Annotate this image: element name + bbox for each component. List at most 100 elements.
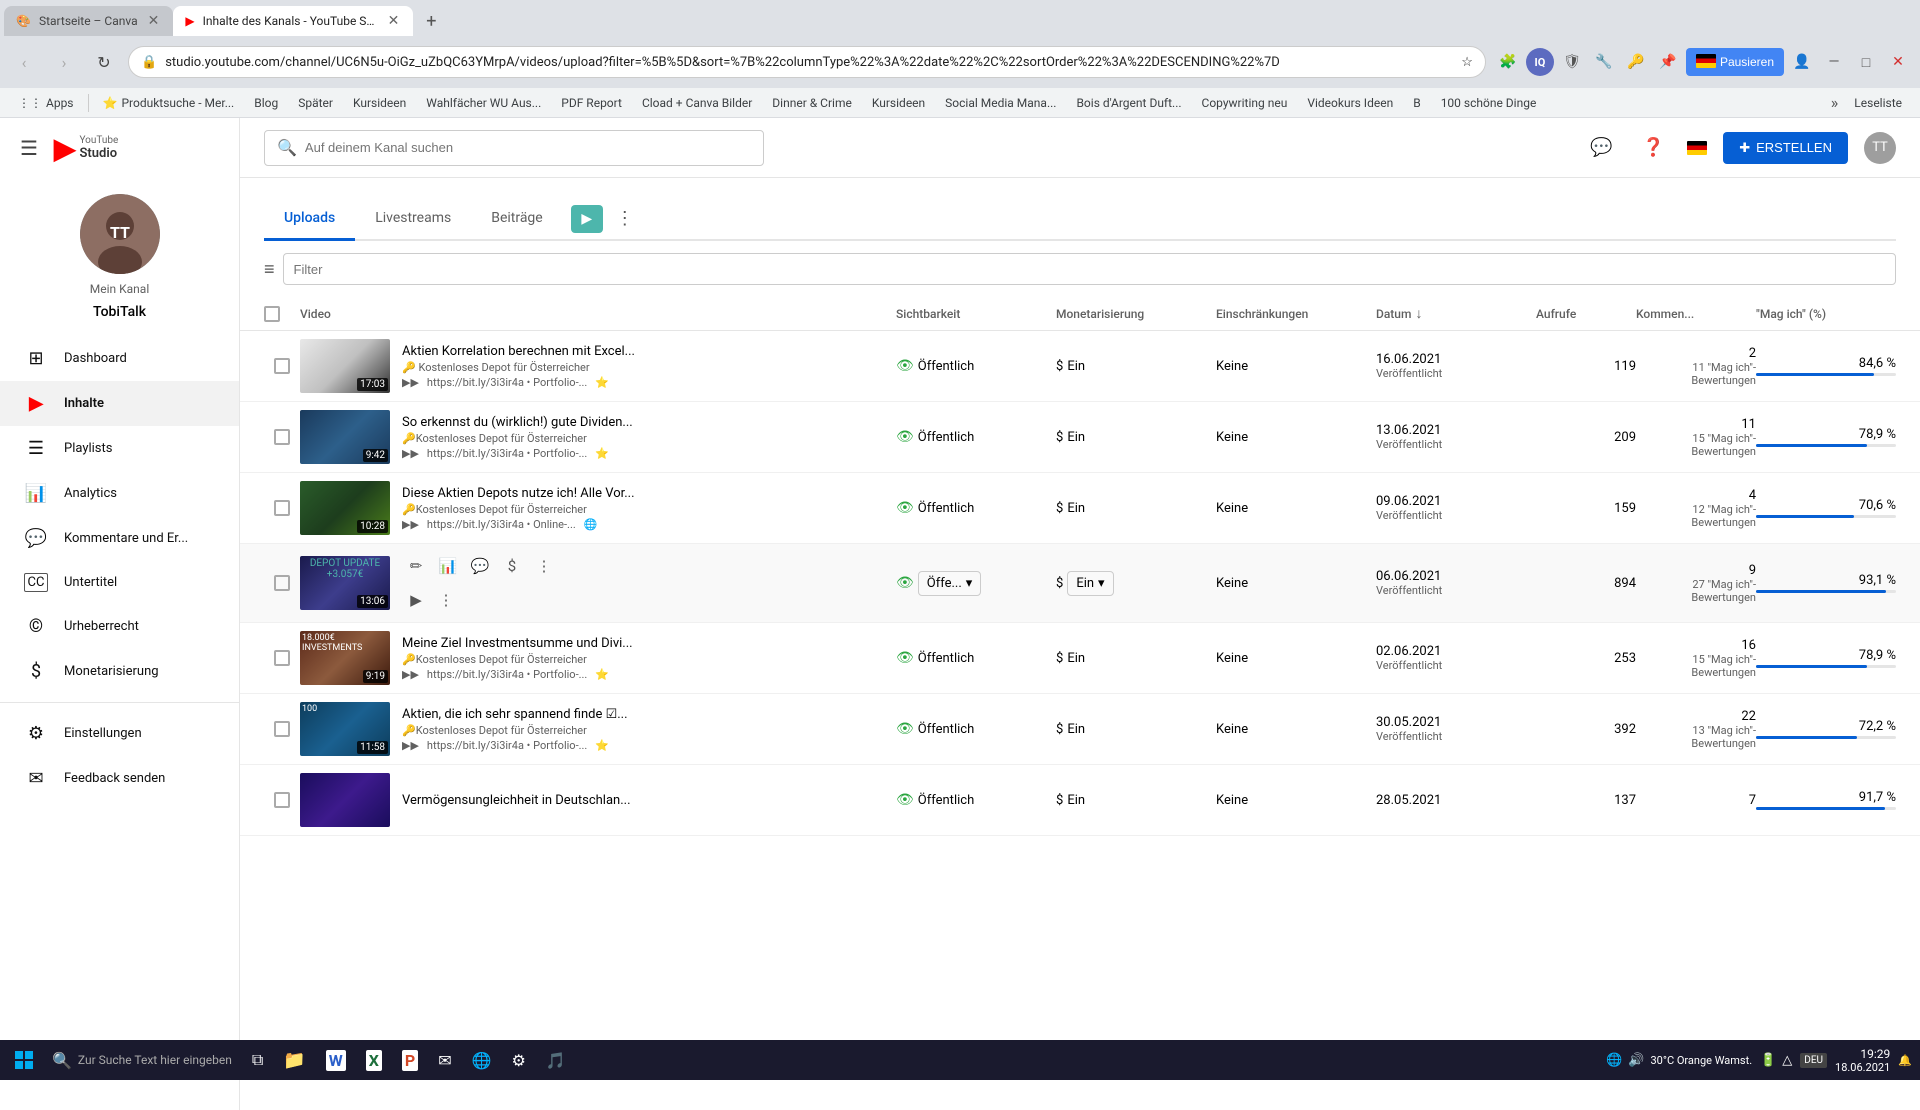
sidebar-item-urheberrecht[interactable]: © Urheberrecht xyxy=(0,604,239,649)
more-options-button[interactable]: ⋮ xyxy=(530,552,558,580)
tab-beitraege[interactable]: Beiträge xyxy=(471,198,563,241)
taskbar-explorer[interactable]: 📁 xyxy=(275,1042,313,1078)
row3-checkbox[interactable] xyxy=(274,500,290,516)
row6-checkbox[interactable] xyxy=(274,721,290,737)
language-indicator[interactable]: DEU xyxy=(1800,1053,1827,1068)
sidebar-item-playlists[interactable]: ☰ Playlists xyxy=(0,426,239,471)
user-btn[interactable]: 👤 xyxy=(1788,48,1816,76)
address-bar[interactable]: 🔒 studio.youtube.com/channel/UC6N5u-OiGz… xyxy=(128,46,1486,78)
messages-button[interactable]: 💬 xyxy=(1583,130,1619,166)
header-datum[interactable]: Datum ↓ xyxy=(1376,305,1536,322)
bookmark-produktsuche[interactable]: ⭐ Produktsuche - Mer... xyxy=(95,94,243,112)
extensions-btn[interactable]: 🧩 xyxy=(1494,48,1522,76)
minimize-btn[interactable]: — xyxy=(1820,48,1848,76)
tab-livestreams[interactable]: Livestreams xyxy=(355,198,471,241)
row1-checkbox[interactable] xyxy=(274,358,290,374)
bookmark-leseliste[interactable]: Leseliste xyxy=(1846,94,1910,112)
sidebar-item-dashboard[interactable]: ⊞ Dashboard xyxy=(0,336,239,381)
row1-thumbnail[interactable]: 17:03 xyxy=(300,339,390,393)
search-input[interactable] xyxy=(305,140,751,155)
reload-button[interactable]: ↻ xyxy=(88,46,120,78)
yt-studio-logo[interactable]: ▶ YouTube Studio xyxy=(54,132,118,165)
play-button[interactable]: ▶ xyxy=(402,586,430,614)
row3-thumbnail[interactable]: 10:28 xyxy=(300,481,390,535)
bookmark-bois[interactable]: Bois d'Argent Duft... xyxy=(1068,94,1189,112)
row2-checkbox[interactable] xyxy=(274,429,290,445)
comment-button[interactable]: 💬 xyxy=(466,552,494,580)
bookmark-wahlfaecher[interactable]: Wahlfächer WU Aus... xyxy=(418,94,549,112)
taskbar-word[interactable]: W xyxy=(318,1042,354,1078)
edit-pencil-button[interactable]: ✏ xyxy=(402,552,430,580)
taskbar-clock[interactable]: 19:29 18.06.2021 xyxy=(1835,1047,1890,1074)
browser-tab-youtube[interactable]: ▶ Inhalte des Kanals - YouTube St... ✕ xyxy=(173,6,413,36)
bookmark-b[interactable]: B xyxy=(1405,94,1428,112)
bookmark-videokurs[interactable]: Videokurs Ideen xyxy=(1299,94,1401,112)
analytics-bar-button[interactable]: 📊 xyxy=(434,552,462,580)
bookmark-dinner[interactable]: Dinner & Crime xyxy=(764,94,860,112)
bookmark-kursideen2[interactable]: Kursideen xyxy=(864,94,933,112)
bookmark-star-icon[interactable]: ☆ xyxy=(1461,55,1473,70)
pausieren-button[interactable]: Pausieren xyxy=(1686,48,1784,76)
bookmark-cload[interactable]: Cload + Canva Bilder xyxy=(634,94,760,112)
row7-thumbnail[interactable] xyxy=(300,773,390,827)
sidebar-item-kommentare[interactable]: 💬 Kommentare und Er... xyxy=(0,516,239,561)
shield-extension[interactable]: 🛡 xyxy=(1558,48,1586,76)
taskbar-powerpoint[interactable]: P xyxy=(394,1042,426,1078)
money-button[interactable]: $ xyxy=(498,552,526,580)
ext3-btn[interactable]: 🔧 xyxy=(1590,48,1618,76)
row4-checkbox[interactable] xyxy=(274,575,290,591)
taskbar-chrome[interactable]: 🌐 xyxy=(464,1042,500,1078)
bookmark-socialmedia[interactable]: Social Media Mana... xyxy=(937,94,1064,112)
bookmark-pdf[interactable]: PDF Report xyxy=(553,94,630,112)
taskbar-settings[interactable]: ⚙ xyxy=(504,1042,534,1078)
canva-tab-close[interactable]: ✕ xyxy=(146,11,162,31)
bookmark-copywriting[interactable]: Copywriting neu xyxy=(1194,94,1296,112)
row5-checkbox[interactable] xyxy=(274,650,290,666)
filter-icon[interactable]: ≡ xyxy=(264,259,275,280)
user-avatar[interactable]: TT xyxy=(1864,132,1896,164)
start-button[interactable] xyxy=(8,1044,40,1076)
create-button[interactable]: ✚ ERSTELLEN xyxy=(1723,132,1848,164)
taskbar-task-view[interactable]: ⧉ xyxy=(244,1042,271,1078)
taskbar-search[interactable]: 🔍 Zur Suche Text hier eingeben xyxy=(44,1042,240,1078)
row4-sichtbarkeit-dropdown[interactable]: Öffe... ▾ xyxy=(918,571,982,596)
notifications-icon[interactable]: 🔔 xyxy=(1898,1054,1912,1067)
sidebar-item-feedback[interactable]: ✉ Feedback senden xyxy=(0,756,239,801)
close-btn[interactable]: ✕ xyxy=(1884,48,1912,76)
row7-checkbox[interactable] xyxy=(274,792,290,808)
ext5-btn[interactable]: 📌 xyxy=(1654,48,1682,76)
back-button[interactable]: ‹ xyxy=(8,46,40,78)
ext4-btn[interactable]: 🔑 xyxy=(1622,48,1650,76)
playlist-tab-icon[interactable]: ▶ xyxy=(571,205,603,233)
bookmark-spaeter[interactable]: Später xyxy=(290,94,341,112)
row4-thumbnail[interactable]: DEPOT UPDATE+3.057€ 13:06 xyxy=(300,556,390,610)
taskbar-spotify[interactable]: 🎵 xyxy=(538,1042,574,1078)
search-box[interactable]: 🔍 xyxy=(264,130,764,166)
hamburger-menu[interactable]: ☰ xyxy=(16,132,42,164)
maximize-btn[interactable]: □ xyxy=(1852,48,1880,76)
new-tab-button[interactable]: + xyxy=(417,7,445,35)
forward-button[interactable]: › xyxy=(48,46,80,78)
tab-uploads[interactable]: Uploads xyxy=(264,198,355,241)
bookmark-apps[interactable]: ⋮⋮ Apps xyxy=(10,94,82,112)
taskbar-mail[interactable]: ✉ xyxy=(430,1042,459,1078)
tabs-more-button[interactable]: ⋮ xyxy=(607,201,643,237)
sidebar-item-einstellungen[interactable]: ⚙ Einstellungen xyxy=(0,711,239,756)
row5-thumbnail[interactable]: 18.000€ INVESTMENTS 9:19 xyxy=(300,631,390,685)
sidebar-item-monetarisierung[interactable]: $ Monetarisierung xyxy=(0,649,239,694)
sidebar-item-untertitel[interactable]: CC Untertitel xyxy=(0,561,239,604)
taskbar-excel[interactable]: X xyxy=(358,1042,390,1078)
bookmarks-more-button[interactable]: » xyxy=(1827,91,1843,114)
bookmark-blog[interactable]: Blog xyxy=(246,94,286,112)
filter-input[interactable] xyxy=(283,253,1896,285)
bookmark-kursideen1[interactable]: Kursideen xyxy=(345,94,414,112)
browser-tab-canva[interactable]: 🎨 Startseite – Canva ✕ xyxy=(4,6,173,36)
sidebar-item-analytics[interactable]: 📊 Analytics xyxy=(0,471,239,516)
more-btn2[interactable]: ⋮ xyxy=(432,586,460,614)
sidebar-item-inhalte[interactable]: ▶ Inhalte xyxy=(0,381,239,426)
select-all-checkbox[interactable] xyxy=(264,306,280,322)
iq-extension[interactable]: IQ xyxy=(1526,48,1554,76)
row4-monetarisierung-dropdown[interactable]: Ein ▾ xyxy=(1067,571,1113,596)
row2-thumbnail[interactable]: 9:42 xyxy=(300,410,390,464)
row6-thumbnail[interactable]: 100 11:58 xyxy=(300,702,390,756)
